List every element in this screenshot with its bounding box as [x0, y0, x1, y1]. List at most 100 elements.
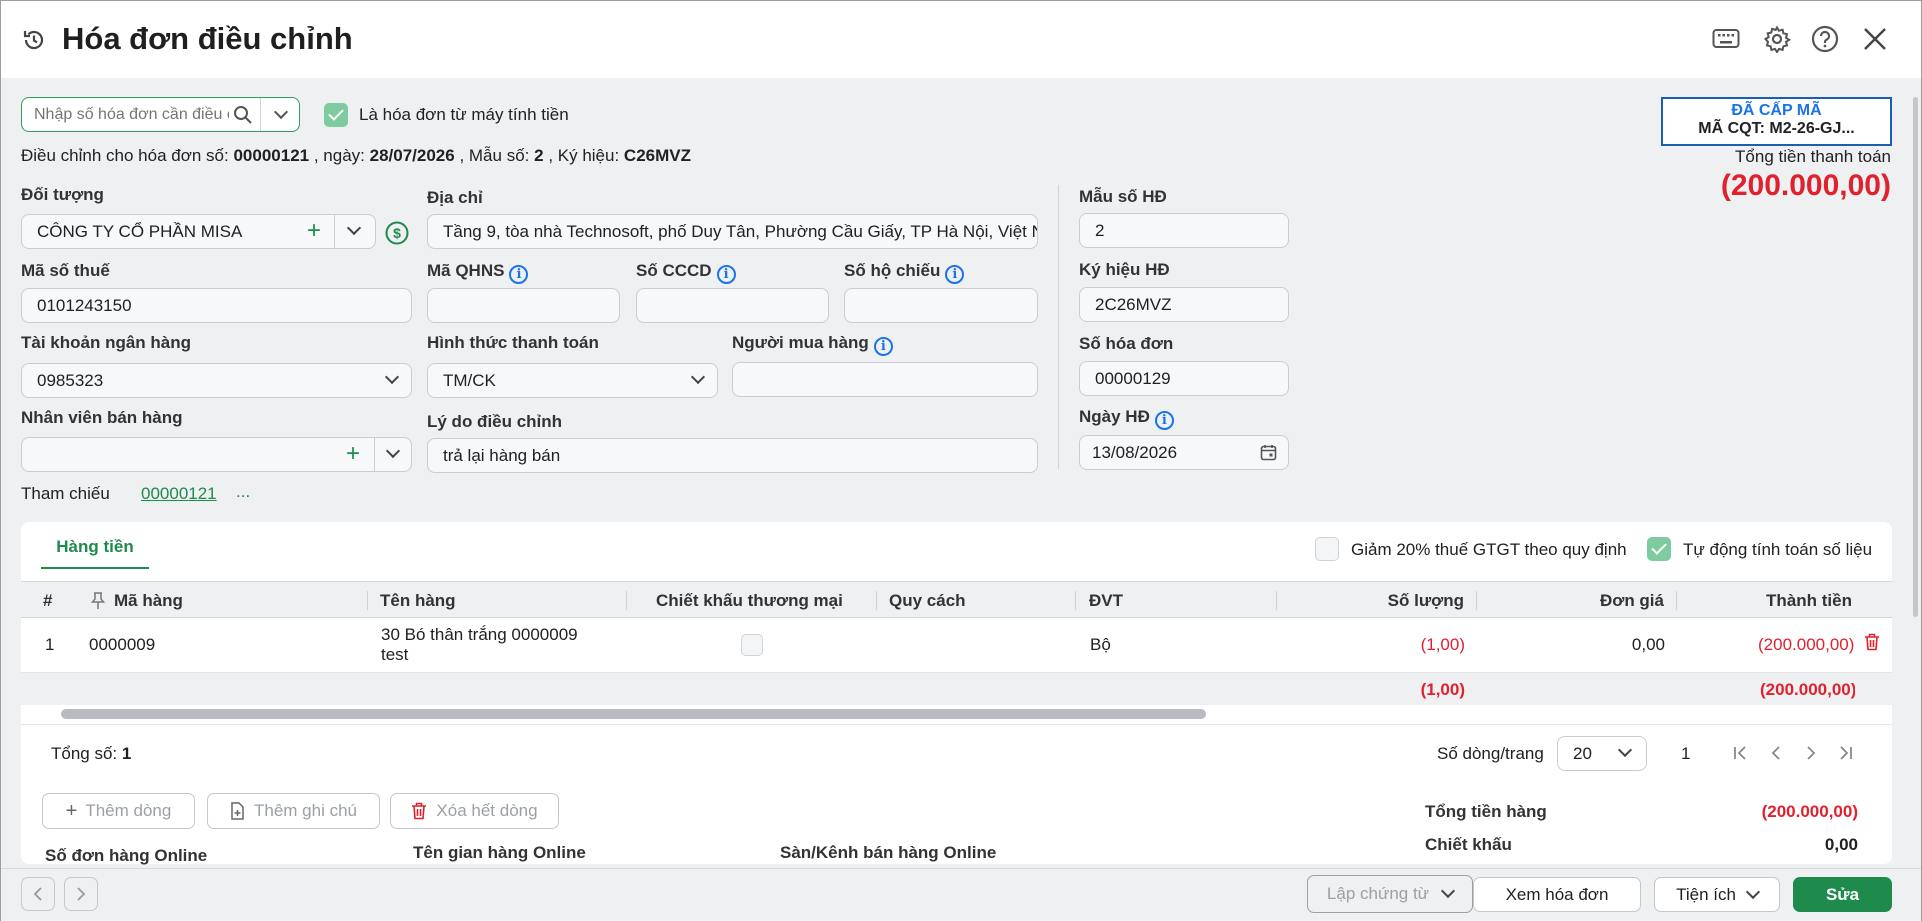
col-unit: ĐVT — [1089, 591, 1123, 610]
buyer-label: Người mua hàng i — [732, 333, 893, 356]
invoice-search-input[interactable] — [34, 104, 229, 125]
total-payment-value: (200.000,00) — [1720, 169, 1891, 202]
add-staff-icon[interactable]: + — [346, 442, 360, 466]
tab-goods[interactable]: Hàng tiền — [41, 522, 149, 569]
symbol-label: Ký hiệu HĐ — [1079, 260, 1170, 279]
add-customer-icon[interactable]: + — [307, 219, 321, 243]
calendar-icon[interactable] — [1260, 444, 1277, 466]
edit-button[interactable]: Sửa — [1793, 877, 1892, 912]
chevron-down-icon[interactable] — [273, 104, 289, 120]
forward-button[interactable] — [64, 877, 98, 911]
buyer-field[interactable] — [732, 362, 1038, 397]
back-button[interactable] — [21, 877, 55, 911]
customer-field[interactable]: CÔNG TY CỔ PHẦN MISA — [21, 214, 376, 249]
invoice-search-box[interactable] — [21, 97, 300, 132]
gear-icon[interactable] — [1763, 25, 1792, 58]
delete-all-rows-button[interactable]: Xóa hết dòng — [390, 793, 559, 829]
invoice-no-field[interactable]: 00000129 — [1079, 361, 1289, 396]
online-shop-label: Tên gian hàng Online — [413, 843, 586, 862]
pin-icon[interactable] — [90, 592, 106, 615]
table-row[interactable]: 1 0000009 30 Bó thân trắng 0000009 test … — [21, 618, 1892, 673]
trash-icon — [411, 802, 427, 820]
info-icon[interactable]: i — [873, 337, 893, 356]
close-icon[interactable] — [1863, 27, 1887, 56]
address-label: Địa chỉ — [427, 188, 483, 207]
reason-label: Lý do điều chỉnh — [427, 412, 563, 431]
last-page-icon[interactable] — [1839, 745, 1853, 766]
dollar-icon[interactable]: $ — [385, 221, 409, 250]
vertical-scrollbar[interactable] — [1913, 97, 1918, 617]
page-number: 1 — [1681, 744, 1691, 763]
online-order-label: Số đơn hàng Online — [45, 846, 208, 865]
rows-per-page-label: Số dòng/trang — [1437, 744, 1544, 763]
note-icon — [230, 802, 245, 820]
passport-label: Số hộ chiếu i — [844, 261, 965, 284]
col-name: Tên hàng — [380, 591, 456, 610]
info-icon[interactable]: i — [1154, 411, 1174, 430]
rows-per-page-select[interactable]: 20 — [1557, 736, 1647, 771]
goods-total-label: Tổng tiền hàng — [1425, 802, 1547, 821]
auto-calc-checkbox[interactable] — [1647, 537, 1671, 561]
delete-row-icon[interactable] — [1864, 633, 1880, 656]
horizontal-scrollbar[interactable] — [61, 709, 1206, 719]
invoice-date-label: Ngày HĐ i — [1079, 407, 1174, 430]
qhns-label: Mã QHNS i — [427, 261, 529, 284]
history-icon[interactable] — [21, 27, 47, 53]
goods-total-value: (200.000,00) — [1761, 802, 1858, 821]
create-voucher-button[interactable]: Lập chứng từ — [1307, 875, 1473, 913]
discount-checkbox[interactable] — [741, 634, 763, 656]
summary-row: (1,00) (200.000,00) — [21, 673, 1892, 705]
total-count: Tổng số: 1 — [51, 744, 132, 763]
total-payment-label: Tổng tiền thanh toán — [1735, 147, 1891, 166]
symbol-field[interactable]: 2C26MVZ — [1079, 287, 1289, 322]
reference-label: Tham chiếu — [21, 484, 110, 503]
passport-field[interactable] — [844, 288, 1038, 323]
cccd-field[interactable] — [636, 288, 829, 323]
info-icon[interactable]: i — [716, 265, 736, 284]
add-row-button[interactable]: + Thêm dòng — [42, 793, 195, 829]
prev-page-icon[interactable] — [1770, 745, 1782, 766]
col-amount: Thành tiền — [1766, 591, 1852, 610]
reference-link[interactable]: 00000121 — [141, 484, 217, 504]
col-discount: Chiết khấu thương mại — [656, 591, 843, 610]
col-code: Mã hàng — [114, 591, 183, 610]
form-no-label: Mẫu số HĐ — [1079, 187, 1167, 206]
col-price: Đơn giá — [1599, 591, 1664, 610]
qhns-field[interactable] — [427, 288, 620, 323]
utilities-button[interactable]: Tiện ích — [1654, 877, 1780, 912]
auto-calc-label: Tự động tính toán số liệu — [1683, 540, 1873, 559]
info-icon[interactable]: i — [509, 265, 529, 284]
invoice-no-label: Số hóa đơn — [1079, 334, 1174, 353]
chevron-down-icon — [1745, 884, 1760, 899]
bank-field[interactable]: 0985323 — [21, 363, 412, 398]
svg-text:$: $ — [393, 225, 401, 241]
tax-field[interactable]: 0101243150 — [21, 288, 412, 323]
first-page-icon[interactable] — [1733, 745, 1747, 766]
next-page-icon[interactable] — [1805, 745, 1817, 766]
staff-label: Nhân viên bán hàng — [21, 408, 183, 427]
invoice-date-field[interactable]: 13/08/2026 — [1079, 435, 1289, 470]
online-channel-label: Sàn/Kênh bán hàng Online — [780, 843, 997, 862]
add-note-button[interactable]: Thêm ghi chú — [207, 793, 380, 829]
discount-total-label: Chiết khấu — [1425, 835, 1512, 854]
search-icon[interactable] — [233, 105, 253, 130]
page-title: Hóa đơn điều chỉnh — [62, 21, 353, 56]
cash-register-checkbox[interactable] — [324, 103, 348, 127]
address-field[interactable]: Tầng 9, tòa nhà Technosoft, phố Duy Tân,… — [427, 214, 1038, 249]
keyboard-icon[interactable] — [1712, 28, 1740, 55]
cccd-label: Số CCCD i — [636, 261, 736, 284]
vat-reduce-label: Giảm 20% thuế GTGT theo quy định — [1351, 540, 1627, 559]
form-no-field[interactable]: 2 — [1079, 213, 1289, 248]
info-icon[interactable]: i — [945, 265, 965, 284]
status-badge: ĐÃ CẤP MÃ MÃ CQT: M2-26-GJ... — [1661, 97, 1892, 146]
adjust-invoice-window: Hóa đơn điều chỉnh Là hóa đơn từ máy tín… — [0, 0, 1922, 921]
tax-label: Mã số thuế — [21, 261, 110, 280]
help-icon[interactable] — [1811, 25, 1839, 58]
payment-field[interactable]: TM/CK — [427, 363, 718, 398]
vat-reduce-checkbox[interactable] — [1315, 537, 1339, 561]
title-bar: Hóa đơn điều chỉnh — [1, 1, 1921, 78]
reason-field[interactable]: trả lại hàng bán — [427, 438, 1038, 473]
reference-more[interactable]: ... — [236, 482, 250, 502]
view-invoice-button[interactable]: Xem hóa đơn — [1473, 877, 1641, 912]
payment-label: Hình thức thanh toán — [427, 333, 599, 352]
